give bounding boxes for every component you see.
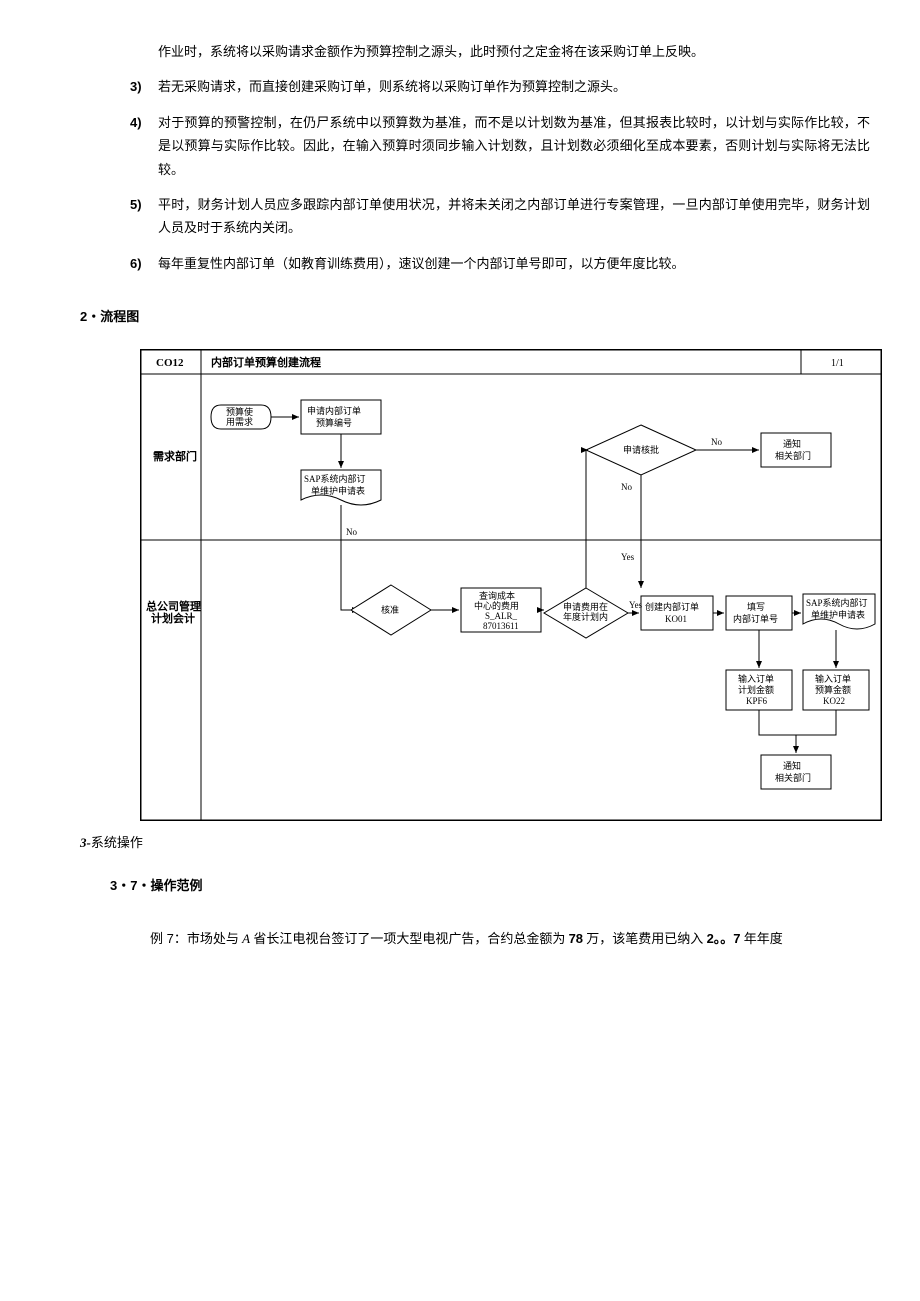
section-2-heading: 2・流程图 [80, 305, 880, 328]
example-text-a: 市场处与 [187, 931, 242, 946]
node-query-l1: 查询成本 [479, 590, 515, 601]
node-plan-l1: 输入订单 [738, 673, 774, 684]
flow-page: 1/1 [831, 358, 844, 369]
list-item-5: 5) 平时，财务计划人员应多跟踪内部订单使用状况，并将未关闭之内部订单进行专案管… [130, 193, 870, 240]
node-inplan-l2: 年度计划内 [563, 611, 608, 622]
label-no-2: No [711, 437, 722, 447]
list-text: 平时，财务计划人员应多跟踪内部订单使用状况，并将未关闭之内部订单进行专案管理，一… [158, 193, 870, 240]
node-plan-l2: 计划金额 [738, 684, 774, 695]
lane-2-label-a: 总公司管理 [146, 599, 201, 613]
node-notify-b-l1: 通知 [783, 760, 801, 771]
flowchart-svg: CO12 内部订单预算创建流程 1/1 需求部门 总公司管理 计划会计 预算使 … [140, 349, 882, 821]
node-notify-b-l2: 相关部门 [775, 772, 811, 783]
node-query-l2: 中心的费用 [474, 600, 519, 611]
node-start-l2: 用需求 [226, 416, 253, 427]
node-start-l1: 预算使 [226, 406, 253, 417]
node-form-r-l2: 单维护申请表 [811, 609, 865, 620]
node-query-l3: S_ALR_ [485, 611, 518, 621]
node-query-l4: 87013611 [483, 621, 519, 631]
label-no-3: No [621, 482, 632, 492]
node-fill-l2: 内部订单号 [733, 613, 778, 624]
list-num: 6) [130, 252, 158, 275]
section-title: 系统操作 [91, 835, 143, 850]
node-notify-l1: 通知 [783, 438, 801, 449]
node-form-r-l1: SAP系统内部订 [806, 597, 868, 608]
node-notify-l2: 相关部门 [775, 450, 811, 461]
node-check: 核准 [381, 604, 399, 615]
node-bud-l3: KO22 [823, 696, 845, 706]
list-item-6: 6) 每年重复性内部订单（如教育训练费用），速议创建一个内部订单号即可，以方便年… [130, 252, 870, 275]
label-yes-2: Yes [629, 600, 643, 610]
flowchart-container: CO12 内部订单预算创建流程 1/1 需求部门 总公司管理 计划会计 预算使 … [140, 349, 880, 821]
label-no-1: No [346, 527, 357, 537]
example-text-a2: A [242, 931, 250, 946]
list-num: 5) [130, 193, 158, 240]
section-3-1-heading: 3・7・操作范例 [110, 874, 880, 897]
node-inplan-l1: 申请费用在 [563, 601, 608, 612]
section-3-heading: 3-系统操作 [80, 831, 880, 854]
node-apply-l2: 预算编号 [316, 417, 352, 428]
lane-2-label-b: 计划会计 [151, 611, 195, 625]
node-form-l1: SAP系统内部订 [304, 473, 366, 484]
list-item-3: 3) 若无采购请求，而直接创建采购订单，则系统将以采购订单作为预算控制之源头。 [130, 75, 870, 98]
example-text-f: 年年度 [741, 931, 783, 946]
node-create-l1: 创建内部订单 [645, 601, 699, 612]
node-form-l2: 单维护申请表 [311, 485, 365, 496]
example-label: 例 7： [150, 931, 187, 946]
node-fill-l1: 填写 [747, 601, 765, 612]
example-text-c: 78 [569, 931, 583, 946]
section-num: 2・ [80, 309, 100, 324]
list-item-4: 4) 对于预算的预警控制，在仍尸系统中以预算数为基准，而不是以计划数为基准，但其… [130, 111, 870, 181]
list-text: 若无采购请求，而直接创建采购订单，则系统将以采购订单作为预算控制之源头。 [158, 75, 870, 98]
flow-title: 内部订单预算创建流程 [211, 355, 321, 369]
flow-code: CO12 [156, 357, 184, 369]
lane-1-label: 需求部门 [153, 449, 197, 463]
list-text: 对于预算的预警控制，在仍尸系统中以预算数为基准，而不是以计划数为基准，但其报表比… [158, 111, 870, 181]
subsection-num: 3・7・ [110, 878, 150, 893]
node-plan-l3: KPF6 [746, 696, 768, 706]
node-bud-l2: 预算金额 [815, 684, 851, 695]
list-num: 4) [130, 111, 158, 181]
example-7: 例 7：市场处与 A 省长江电视台签订了一项大型电视广告，合约总金额为 78 万… [150, 927, 880, 950]
label-yes-1: Yes [621, 552, 635, 562]
example-text-b: 省长江电视台签订了一项大型电视广告，合约总金额为 [250, 931, 569, 946]
example-text-d: 万，该笔费用已纳入 [583, 931, 707, 946]
subsection-title: 操作范例 [150, 878, 202, 893]
list-num: 3) [130, 75, 158, 98]
node-approve: 申请核批 [623, 444, 659, 455]
node-apply-l1: 申请内部订单 [307, 405, 361, 416]
node-create-l2: KO01 [665, 614, 687, 624]
list-text: 每年重复性内部订单（如教育训练费用），速议创建一个内部订单号即可，以方便年度比较… [158, 252, 870, 275]
intro-continuation: 作业时，系统将以采购请求金额作为预算控制之源头，此时预付之定金将在该采购订单上反… [158, 40, 870, 63]
example-text-e: 2。。7 [707, 931, 741, 946]
section-title: 流程图 [100, 309, 139, 324]
section-num: 3- [80, 835, 91, 850]
node-bud-l1: 输入订单 [815, 673, 851, 684]
